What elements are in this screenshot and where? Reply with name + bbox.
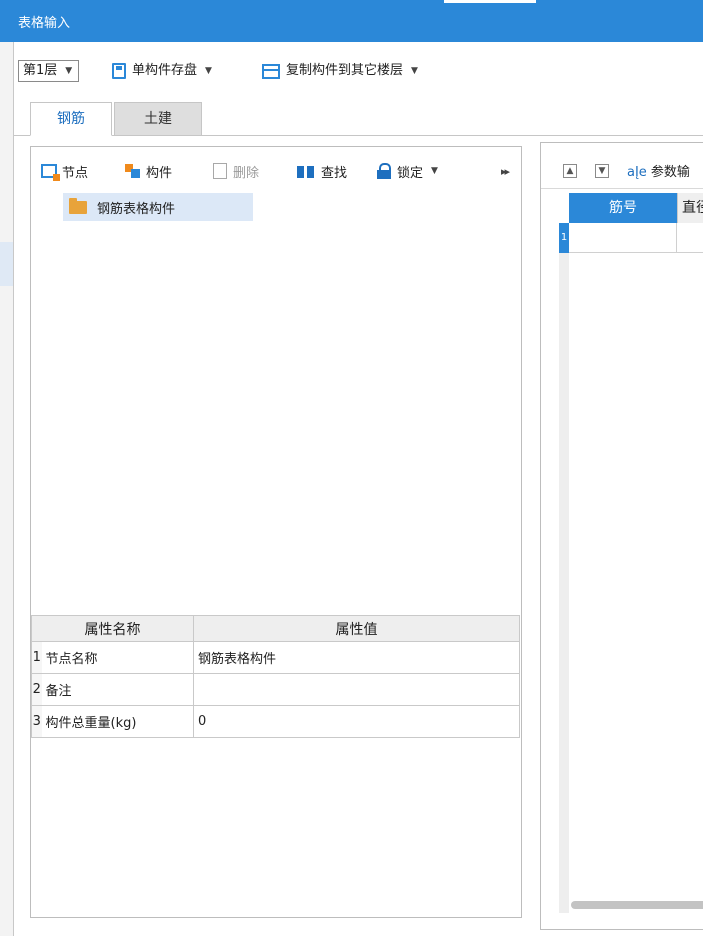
tab-bar: 钢筋 土建 bbox=[14, 98, 703, 136]
copy-to-floors-button[interactable]: 复制构件到其它楼层 ▼ bbox=[262, 60, 418, 82]
floor-select[interactable]: 第1层 ▼ bbox=[18, 60, 80, 82]
overflow-button[interactable]: ▸▸ bbox=[501, 161, 510, 181]
table-row[interactable]: 1 节点名称 钢筋表格构件 bbox=[31, 641, 520, 674]
grid-row[interactable] bbox=[569, 223, 703, 253]
save-component-button[interactable]: 单构件存盘 ▼ bbox=[112, 60, 212, 82]
add-node-icon bbox=[41, 164, 60, 181]
lock-button[interactable]: 锁定 ▼ bbox=[377, 161, 438, 181]
delete-icon bbox=[213, 163, 227, 179]
grid-header-bar-number[interactable]: 筋号 bbox=[569, 193, 677, 223]
grid-toolbar: ▲ ▼ aĮe 参数输 bbox=[541, 143, 703, 189]
grid-header-diameter[interactable]: 直径 bbox=[677, 193, 703, 223]
background-highlight bbox=[0, 242, 13, 286]
column-divider bbox=[676, 223, 677, 253]
folder-icon bbox=[69, 197, 87, 214]
property-table: 属性名称 属性值 1 节点名称 钢筋表格构件 2 备注 3 构件总重量(kg) … bbox=[31, 615, 520, 738]
save-icon bbox=[112, 63, 126, 79]
prop-value-cell[interactable]: 0 bbox=[193, 705, 520, 738]
row-gutter bbox=[559, 253, 569, 913]
add-node-label: 节点 bbox=[62, 165, 89, 181]
save-component-label: 单构件存盘 bbox=[132, 63, 198, 78]
add-component-button[interactable]: 构件 bbox=[125, 161, 172, 181]
row-number: 2 bbox=[31, 673, 42, 706]
prop-name-cell: 构件总重量(kg) bbox=[41, 705, 194, 738]
prop-header-value: 属性值 bbox=[193, 615, 520, 642]
find-button[interactable]: 查找 bbox=[297, 161, 347, 181]
copy-to-floors-label: 复制构件到其它楼层 bbox=[286, 63, 404, 78]
delete-button[interactable]: 删除 bbox=[213, 161, 259, 181]
copy-icon bbox=[262, 63, 280, 79]
titlebar-accent bbox=[444, 0, 536, 3]
window-titlebar: 表格输入 bbox=[0, 0, 703, 42]
window-title: 表格输入 bbox=[18, 16, 71, 31]
prop-name-cell: 备注 bbox=[41, 673, 194, 706]
chevron-down-icon: ▼ bbox=[205, 66, 212, 76]
tree-toolbar: 节点 构件 删除 查找 锁定 ▼ ▸▸ bbox=[31, 147, 521, 191]
double-chevron-right-icon: ▸▸ bbox=[501, 164, 510, 178]
chevron-down-icon: ▼ bbox=[411, 66, 418, 76]
tree-node-label: 钢筋表格构件 bbox=[97, 201, 176, 217]
grid-header: 筋号 直径 bbox=[569, 193, 703, 223]
main-toolbar: 第1层 ▼ 单构件存盘 ▼ 复制构件到其它楼层 ▼ bbox=[14, 52, 703, 92]
move-up-icon[interactable]: ▲ bbox=[563, 164, 577, 178]
prop-header-name: 属性名称 bbox=[31, 615, 194, 642]
tree-node-root[interactable]: 钢筋表格构件 bbox=[63, 193, 253, 221]
binoculars-icon bbox=[297, 163, 315, 179]
delete-label: 删除 bbox=[233, 165, 260, 181]
rebar-grid-panel: ▲ ▼ aĮe参数输 筋号 直径 1 bbox=[540, 142, 703, 930]
table-row[interactable]: 2 备注 bbox=[31, 673, 520, 706]
add-component-label: 构件 bbox=[146, 165, 173, 181]
chevron-down-icon: ▼ bbox=[65, 66, 73, 76]
tab-civil[interactable]: 土建 bbox=[114, 102, 202, 136]
find-label: 查找 bbox=[321, 165, 348, 181]
table-row[interactable]: 3 构件总重量(kg) 0 bbox=[31, 705, 520, 738]
row-number: 3 bbox=[31, 705, 42, 738]
param-input-button[interactable]: aĮe 参数输 bbox=[627, 161, 690, 180]
prop-value-cell[interactable]: 钢筋表格构件 bbox=[193, 641, 520, 674]
text-cursor-icon: aĮe bbox=[627, 165, 647, 180]
chevron-down-icon: ▼ bbox=[431, 166, 438, 176]
row-number: 1 bbox=[31, 641, 42, 674]
lock-label: 锁定 bbox=[397, 165, 424, 181]
param-input-label: 参数输 bbox=[650, 165, 690, 180]
add-node-button[interactable]: 节点 bbox=[41, 161, 88, 181]
tab-rebar[interactable]: 钢筋 bbox=[30, 102, 112, 136]
prop-name-cell: 节点名称 bbox=[41, 641, 194, 674]
background-window-edge bbox=[0, 42, 14, 936]
move-down-icon[interactable]: ▼ bbox=[595, 164, 609, 178]
lock-icon bbox=[377, 163, 391, 179]
horizontal-scrollbar[interactable] bbox=[571, 901, 703, 909]
grid-row-number: 1 bbox=[559, 223, 569, 253]
component-tree-panel: 节点 构件 删除 查找 锁定 ▼ ▸▸ 钢筋表格构件 属性名称 属性值 1 节点… bbox=[30, 146, 522, 918]
prop-value-cell[interactable] bbox=[193, 673, 520, 706]
floor-select-value: 第1层 bbox=[23, 63, 58, 78]
add-component-icon bbox=[125, 164, 141, 178]
